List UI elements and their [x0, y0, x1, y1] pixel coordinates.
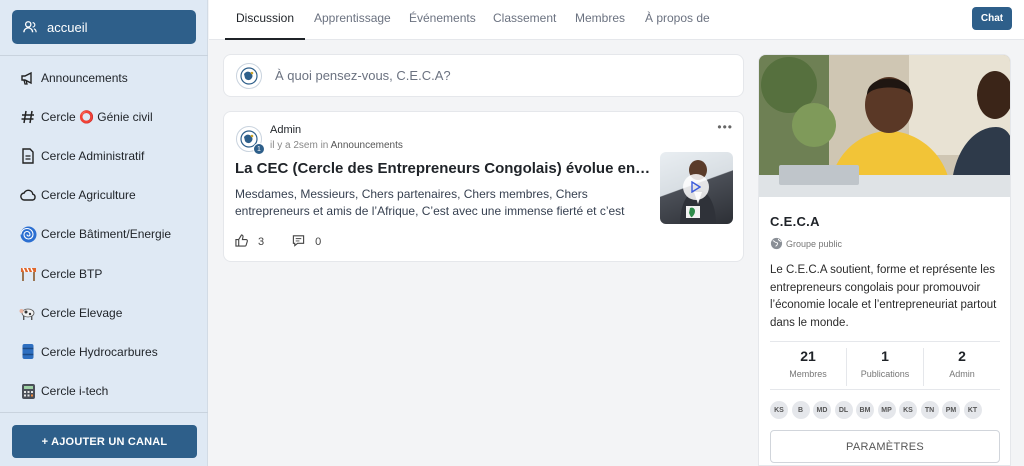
barrel-icon [19, 343, 37, 361]
sidebar: accueil Announcements Cercle ⭕ Génie civ… [0, 0, 208, 466]
stat-publications[interactable]: 1 Publications [847, 348, 923, 379]
stat-value: 21 [800, 348, 816, 364]
users-icon [22, 19, 38, 35]
like-button[interactable]: 3 [235, 234, 264, 250]
author-avatar[interactable]: 1 [236, 126, 265, 155]
home-button[interactable]: accueil [12, 10, 196, 44]
comment-count: 0 [315, 236, 322, 248]
post-actions: 3 0 [235, 234, 321, 250]
add-channel-button[interactable]: + AJOUTER UN CANAL [12, 425, 197, 458]
tab-discussion[interactable]: Discussion [225, 0, 306, 40]
sidebar-item-batiment-energie[interactable]: Cercle Bâtiment/Energie [0, 215, 208, 254]
group-cover-image [759, 55, 1010, 197]
sidebar-item-administratif[interactable]: Cercle Administratif [0, 136, 208, 175]
avatar[interactable]: KS [770, 401, 788, 419]
avatar[interactable]: MP [877, 401, 896, 419]
sidebar-item-btp[interactable]: Cercle BTP [0, 254, 208, 293]
composer-placeholder: À quoi pensez-vous, C.E.C.A? [275, 68, 451, 83]
chat-button[interactable]: Chat [972, 7, 1012, 30]
author-badge: 1 [253, 143, 265, 155]
home-label: accueil [47, 19, 88, 35]
post-video-thumbnail[interactable] [660, 152, 733, 224]
like-count: 3 [258, 236, 265, 248]
sidebar-item-agriculture[interactable]: Cercle Agriculture [0, 176, 208, 215]
post-title[interactable]: La CEC (Cercle des Entrepreneurs Congola… [235, 160, 651, 177]
stat-label: Admin [949, 369, 975, 379]
sidebar-item-label: Announcements [41, 70, 128, 85]
hash-icon [19, 108, 37, 126]
stat-membres[interactable]: 21 Membres [770, 348, 846, 379]
avatar[interactable]: DL [834, 401, 853, 419]
post-channel[interactable]: Announcements [331, 140, 403, 151]
stats-divider [770, 389, 1000, 390]
stat-value: 2 [958, 348, 966, 364]
avatar[interactable]: MD [813, 401, 831, 419]
comment-button[interactable]: 0 [292, 234, 321, 250]
avatar[interactable]: PM [942, 401, 960, 419]
tab-a-propos[interactable]: À propos de [645, 0, 710, 40]
more-options-icon[interactable]: ••• [717, 120, 733, 134]
sidebar-item-label: Cercle Agriculture [41, 188, 136, 203]
avatar[interactable]: KT [963, 401, 982, 419]
thumbs-up-icon [235, 234, 248, 250]
post-composer[interactable]: À quoi pensez-vous, C.E.C.A? [223, 54, 744, 97]
sidebar-item-label: Cercle Elevage [41, 305, 123, 320]
post-excerpt: Mesdames, Messieurs, Chers partenaires, … [235, 187, 625, 218]
group-type-label: Groupe public [786, 238, 843, 249]
group-logo-icon [236, 62, 262, 89]
megaphone-icon [19, 69, 37, 87]
spiral-icon [19, 225, 37, 243]
cow-icon [19, 304, 37, 322]
tab-classement[interactable]: Classement [493, 0, 556, 40]
sidebar-divider [0, 55, 208, 56]
stat-admin[interactable]: 2 Admin [924, 348, 1000, 379]
stat-label: Publications [860, 369, 910, 379]
sidebar-item-genie-civil[interactable]: Cercle ⭕ Génie civil [0, 97, 208, 136]
sidebar-item-i-tech[interactable]: Cercle i-tech [0, 372, 208, 411]
post-card[interactable]: 1 Admin il y a 2sem in Announcements •••… [223, 111, 744, 262]
stat-value: 1 [881, 348, 889, 364]
post-time: il y a 2sem [270, 140, 318, 151]
settings-button[interactable]: PARAMÈTRES [770, 430, 1000, 463]
stat-label: Membres [789, 369, 827, 379]
play-icon[interactable] [683, 174, 709, 200]
sidebar-divider [0, 412, 208, 413]
post-author[interactable]: Admin [270, 124, 301, 136]
calculator-icon [19, 382, 37, 400]
cloud-icon [19, 186, 37, 204]
sidebar-item-label: Cercle Administratif [41, 148, 145, 163]
globe-icon [770, 237, 783, 250]
sidebar-item-label: Cercle Hydrocarbures [41, 344, 158, 359]
avatar[interactable]: BM [856, 401, 874, 419]
member-avatars: KS B MD DL BM MP KS TN PM KT [770, 401, 985, 419]
channel-list: Announcements Cercle ⭕ Génie civil Cercl… [0, 58, 208, 411]
sidebar-item-label: Cercle BTP [41, 266, 103, 281]
construction-icon [19, 265, 37, 283]
sidebar-item-label: Cercle i-tech [41, 384, 109, 399]
tab-evenements[interactable]: Événements [409, 0, 476, 40]
sidebar-item-label: Cercle Bâtiment/Energie [41, 227, 172, 242]
sidebar-item-label: Cercle ⭕ Génie civil [41, 109, 153, 124]
tab-apprentissage[interactable]: Apprentissage [314, 0, 391, 40]
group-type: Groupe public [770, 237, 842, 250]
sidebar-item-announcements[interactable]: Announcements [0, 58, 208, 97]
avatar[interactable]: B [791, 401, 810, 419]
group-info-card: C.E.C.A Groupe public Le C.E.C.A soutien… [758, 54, 1011, 466]
stats-divider [770, 341, 1000, 342]
group-name: C.E.C.A [770, 214, 820, 229]
avatar[interactable]: TN [920, 401, 939, 419]
group-tabs: Discussion Apprentissage Événements Clas… [209, 0, 1024, 40]
sidebar-item-hydrocarbures[interactable]: Cercle Hydrocarbures [0, 332, 208, 371]
sidebar-item-elevage[interactable]: Cercle Elevage [0, 293, 208, 332]
avatar[interactable]: KS [899, 401, 917, 419]
post-in: in [320, 140, 329, 151]
group-description: Le C.E.C.A soutient, forme et représente… [770, 264, 997, 329]
tab-membres[interactable]: Membres [575, 0, 625, 40]
post-meta: il y a 2sem in Announcements [270, 140, 403, 151]
comment-icon [292, 234, 305, 250]
document-icon [19, 147, 37, 165]
